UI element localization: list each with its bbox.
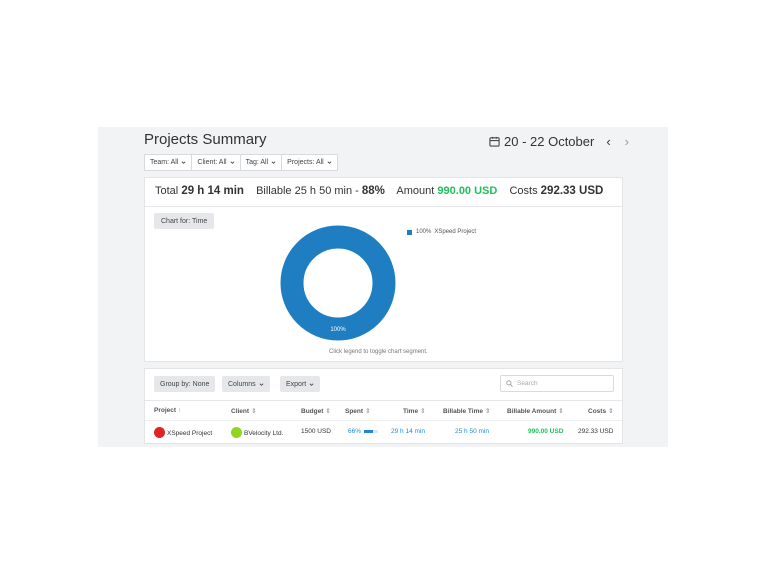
search-input[interactable]: [517, 380, 607, 387]
chevron-down-icon: [309, 382, 314, 386]
total-label: Total: [155, 185, 179, 197]
column-header-billable-time-label: Billable Time: [443, 408, 483, 415]
group-by-button[interactable]: Group by: None: [154, 376, 216, 392]
project-color-dot: [154, 427, 165, 438]
column-header-billable-time[interactable]: Billable Time ⇕: [443, 407, 490, 415]
column-header-project-label: Project: [154, 407, 177, 414]
costs-label: Costs: [509, 185, 538, 197]
costs-value: 292.33 USD: [540, 185, 604, 197]
totals-divider: [145, 206, 622, 207]
billable-value: 25 h 50 min: [294, 185, 353, 197]
search-icon: [506, 380, 513, 387]
column-header-costs-label: Costs: [588, 408, 607, 415]
sort-icon: ⇕: [420, 408, 426, 415]
sort-icon: ⇕: [365, 408, 371, 415]
chevron-down-icon: [271, 161, 276, 164]
amount-value: 990.00 USD: [437, 185, 498, 197]
toolbar-divider: [145, 400, 622, 401]
chevron-right-icon[interactable]: ›: [625, 134, 629, 149]
team-filter-label: Team: All: [150, 159, 179, 166]
legend-percent: 100%: [416, 229, 432, 235]
client-filter-label: Client: All: [197, 159, 227, 166]
legend-swatch: [407, 229, 412, 235]
summary-card: Total 29 h 14 min Billable 25 h 50 min -…: [144, 177, 623, 362]
group-by-label: Group by: None: [160, 380, 210, 388]
spent-percent: 66%: [348, 428, 362, 435]
chart-legend-item[interactable]: 100% XSpeed Project: [407, 229, 476, 235]
column-header-spent-label: Spent: [345, 408, 364, 415]
sort-icon: ⇕: [608, 408, 614, 415]
total-value: 29 h 14 min: [181, 185, 244, 197]
donut-chart: 100%: [280, 225, 396, 341]
totals-bar: Total 29 h 14 min Billable 25 h 50 min -…: [155, 185, 603, 197]
projects-table-card: Group by: None Columns Export Project↑ C…: [144, 368, 623, 444]
page-title: Projects Summary: [144, 131, 267, 148]
chart-hint: Click legend to toggle chart segment.: [329, 349, 428, 355]
cell-time[interactable]: 29 h 14 min: [391, 428, 425, 435]
cell-costs: 292.33 USD: [578, 428, 614, 435]
client-filter[interactable]: Client: All: [191, 154, 241, 171]
billable-percent: 88%: [361, 185, 385, 197]
chart-for-button[interactable]: Chart for: Time: [154, 213, 215, 229]
date-range-nav: 20 - 22 October ‹ ›: [489, 133, 629, 149]
filter-bar: Team: All Client: All Tag: All Projects:…: [144, 154, 338, 171]
cell-spent: 66%: [348, 428, 379, 435]
chevron-down-icon: [327, 161, 332, 164]
projects-filter[interactable]: Projects: All: [281, 154, 338, 171]
chevron-left-icon[interactable]: ‹: [606, 134, 610, 149]
amount-label: Amount: [396, 185, 435, 197]
column-header-time-label: Time: [403, 408, 419, 415]
column-header-billable-amount-label: Billable Amount: [507, 408, 557, 415]
cell-billable-amount: 990.00 USD: [528, 428, 564, 435]
spent-progress-fill: [364, 429, 374, 433]
columns-button[interactable]: Columns: [222, 376, 270, 392]
column-header-spent[interactable]: Spent ⇕: [345, 407, 371, 415]
sort-asc-icon: ↑: [178, 407, 182, 414]
sort-icon: ⇕: [325, 408, 331, 415]
column-header-time[interactable]: Time ⇕: [403, 407, 426, 415]
cell-billable-time[interactable]: 25 h 50 min: [455, 428, 489, 435]
projects-filter-label: Projects: All: [287, 159, 324, 166]
billable-dash: -: [352, 185, 362, 197]
team-filter[interactable]: Team: All: [144, 154, 193, 171]
column-header-billable-amount[interactable]: Billable Amount ⇕: [507, 407, 564, 415]
columns-label: Columns: [228, 380, 256, 388]
header-divider: [145, 420, 622, 421]
cell-budget: 1500 USD: [301, 428, 331, 435]
donut-segment-xspeed-project[interactable]: [280, 225, 396, 341]
column-header-costs[interactable]: Costs ⇕: [588, 407, 614, 415]
chevron-down-icon: [259, 382, 264, 386]
export-label: Export: [286, 380, 307, 388]
date-range-label[interactable]: 20 - 22 October: [504, 134, 594, 149]
chevron-down-icon: [230, 161, 235, 164]
tag-filter-label: Tag: All: [245, 159, 269, 166]
spent-progress-bar: [364, 429, 379, 433]
project-name: XSpeed Project: [167, 430, 213, 438]
sort-icon: ⇕: [484, 408, 491, 415]
search-box[interactable]: [500, 375, 614, 392]
cell-project[interactable]: XSpeed Project: [154, 427, 213, 439]
cell-client[interactable]: BVelocity Ltd.: [231, 427, 284, 439]
column-header-project[interactable]: Project ↑: [154, 407, 181, 414]
sort-icon: ⇕: [558, 408, 564, 415]
chevron-down-icon: [181, 161, 186, 164]
billable-label: Billable: [256, 185, 292, 197]
tag-filter[interactable]: Tag: All: [239, 154, 283, 171]
client-color-dot: [231, 427, 242, 438]
client-name: BVelocity Ltd.: [244, 430, 284, 438]
column-header-budget-label: Budget: [301, 408, 324, 415]
calendar-icon[interactable]: [489, 136, 500, 147]
column-header-client[interactable]: Client ⇕: [231, 407, 257, 415]
legend-name: XSpeed Project: [434, 229, 477, 235]
export-button[interactable]: Export: [280, 376, 321, 392]
donut-segment-label: 100%: [330, 327, 346, 333]
column-header-budget[interactable]: Budget ⇕: [301, 407, 331, 415]
sort-icon: ⇕: [251, 408, 257, 415]
column-header-client-label: Client: [231, 408, 250, 415]
